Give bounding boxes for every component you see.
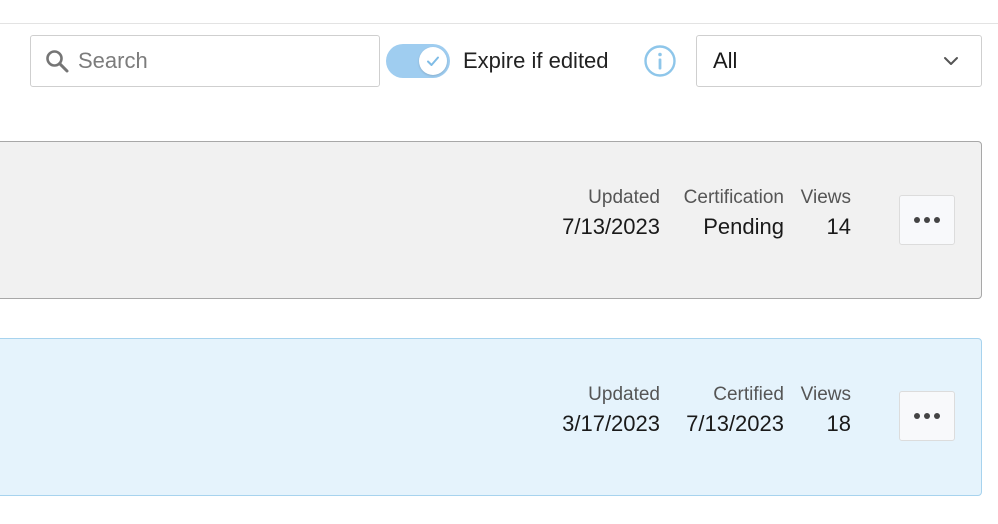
- certification-value: Pending: [703, 214, 784, 239]
- info-button[interactable]: [643, 44, 677, 78]
- updated-value: 3/17/2023: [562, 411, 660, 436]
- certified-label: Certified: [713, 384, 784, 405]
- more-options-button[interactable]: [899, 195, 955, 245]
- updated-stat: Updated 7/13/2023: [555, 186, 660, 242]
- views-label: Views: [800, 187, 851, 208]
- search-input[interactable]: [78, 41, 368, 81]
- search-icon: [42, 46, 72, 76]
- search-field[interactable]: [30, 35, 380, 87]
- header-divider: [0, 23, 998, 24]
- expire-if-edited-toggle[interactable]: [386, 44, 450, 78]
- certified-value: 7/13/2023: [686, 411, 784, 436]
- updated-value: 7/13/2023: [562, 214, 660, 239]
- filter-selected-value: All: [713, 48, 738, 73]
- filter-select[interactable]: All: [696, 35, 982, 87]
- more-options-button[interactable]: [899, 391, 955, 441]
- expire-if-edited-label: Expire if edited: [463, 48, 609, 73]
- list-card[interactable]: Updated 3/17/2023 Certified 7/13/2023 Vi…: [0, 338, 982, 496]
- list-card[interactable]: Updated 7/13/2023 Certification Pending …: [0, 141, 982, 299]
- more-icon: [914, 413, 940, 419]
- views-stat: Views 18: [791, 383, 851, 439]
- info-icon: [644, 45, 676, 77]
- views-stat: Views 14: [791, 186, 851, 242]
- views-label: Views: [800, 384, 851, 405]
- updated-stat: Updated 3/17/2023: [555, 383, 660, 439]
- chevron-down-icon: [944, 57, 958, 65]
- views-value: 18: [826, 411, 851, 436]
- updated-label: Updated: [588, 187, 660, 208]
- check-icon: [427, 56, 439, 66]
- certification-label: Certification: [683, 187, 784, 208]
- more-icon: [914, 217, 940, 223]
- certification-stat: Certification Pending: [667, 186, 784, 242]
- certified-stat: Certified 7/13/2023: [667, 383, 784, 439]
- toggle-knob: [419, 47, 447, 75]
- updated-label: Updated: [588, 384, 660, 405]
- views-value: 14: [826, 214, 851, 239]
